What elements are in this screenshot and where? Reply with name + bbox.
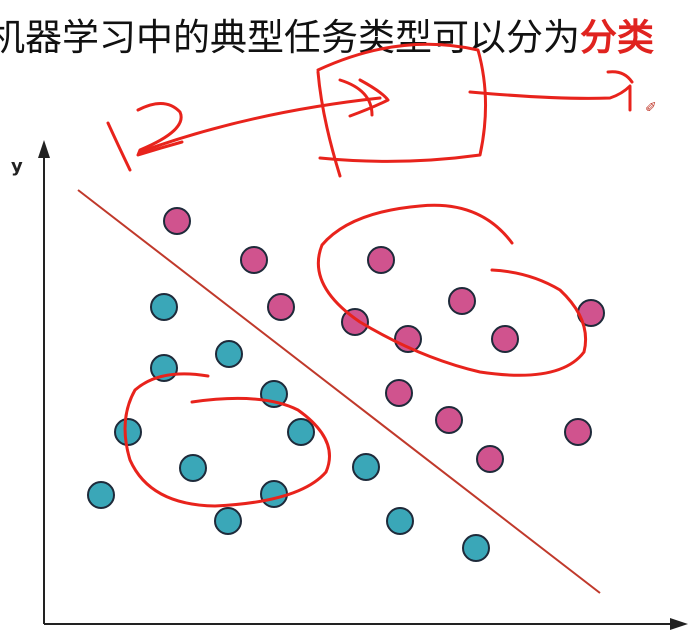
ink-stroke-digit-2 — [136, 102, 184, 157]
axes — [38, 140, 688, 630]
teal-data-point — [150, 293, 178, 321]
teal-data-point — [260, 480, 288, 508]
points-layer — [87, 207, 605, 562]
pink-data-point — [564, 418, 592, 446]
pink-data-point — [476, 445, 504, 473]
pink-data-point — [367, 246, 395, 274]
pink-data-point — [448, 287, 476, 315]
teal-data-point — [114, 418, 142, 446]
teal-data-point — [352, 453, 380, 481]
teal-data-point — [215, 340, 243, 368]
pink-data-point — [240, 246, 268, 274]
teal-data-point — [287, 418, 315, 446]
pen-cursor-icon: ✐ — [645, 100, 657, 116]
pink-data-point — [163, 207, 191, 235]
pink-data-point — [267, 293, 295, 321]
teal-data-point — [214, 507, 242, 535]
pink-data-point — [435, 406, 463, 434]
ink-stroke-digit-1 — [106, 121, 132, 172]
decision-boundary-line — [77, 189, 601, 594]
ink-stroke-arrow-1 — [138, 78, 390, 154]
teal-data-point — [462, 534, 490, 562]
x-axis-arrow-icon — [670, 618, 688, 630]
ink-stroke-tail — [468, 70, 634, 112]
y-axis-arrow-icon — [38, 140, 50, 158]
ink-stroke-box — [316, 42, 488, 178]
handwritten-annotations — [106, 42, 634, 508]
pink-data-point — [385, 379, 413, 407]
teal-data-point — [179, 454, 207, 482]
scatter-plot — [38, 42, 688, 630]
teal-data-point — [87, 481, 115, 509]
teal-data-point — [386, 507, 414, 535]
pink-data-point — [491, 325, 519, 353]
ink-stroke-pink-circle — [316, 203, 588, 377]
